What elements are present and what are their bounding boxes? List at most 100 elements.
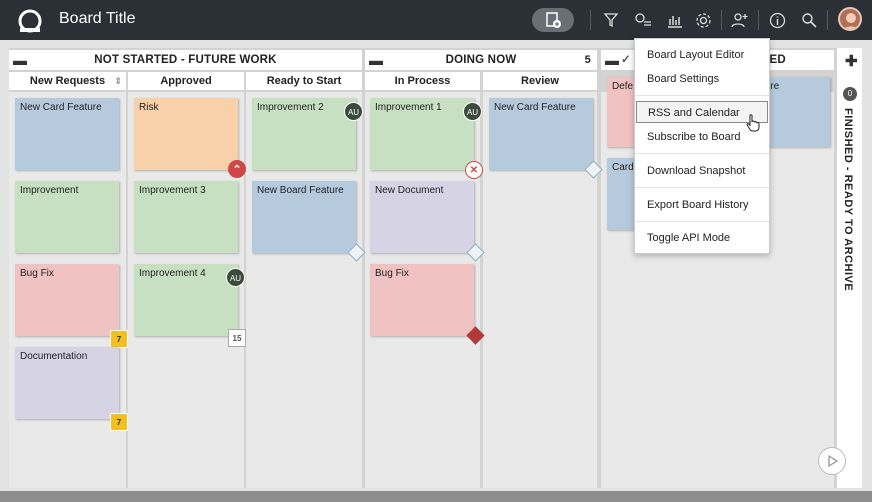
card-title: Bug Fix	[375, 268, 409, 279]
menu-divider	[635, 221, 769, 222]
card[interactable]: Improvement 1	[370, 98, 474, 170]
card[interactable]: Risk	[134, 98, 238, 170]
card-title: New Document	[375, 185, 444, 196]
menu-divider	[635, 153, 769, 154]
card-title: Improvement 1	[375, 102, 442, 113]
user-photo-icon	[840, 9, 860, 29]
hand-cursor-icon	[746, 114, 760, 132]
column-header-in-process[interactable]: In Process	[365, 72, 480, 90]
card[interactable]: Improvement 4	[134, 264, 238, 336]
blocked-icon[interactable]: ✕	[465, 161, 483, 179]
menu-item-board-layout-editor[interactable]: Board Layout Editor	[636, 44, 768, 66]
card[interactable]: New Card Feature	[15, 98, 119, 170]
info-button[interactable]	[765, 8, 789, 32]
column-title: Review	[521, 75, 559, 87]
card[interactable]: New Card Feature	[489, 98, 593, 170]
add-card-button[interactable]	[532, 8, 574, 32]
card-title: Defe	[612, 81, 634, 92]
lane-header-not-started[interactable]: ▬ NOT STARTED - FUTURE WORK	[9, 50, 362, 70]
avatar-initials: AU	[466, 108, 479, 117]
toolbar-divider	[758, 10, 759, 30]
card-title: New Card Feature	[494, 102, 576, 113]
logo-icon[interactable]	[16, 7, 44, 35]
filter-icon	[603, 13, 619, 28]
calendar-badge-icon[interactable]: 15	[228, 329, 246, 347]
card-title: New Board Feature	[257, 185, 344, 196]
card[interactable]: Bug Fix	[370, 264, 474, 336]
tag-icon[interactable]	[346, 242, 366, 262]
collapse-icon[interactable]: ▬	[369, 50, 383, 70]
expand-plus-icon[interactable]: ✚	[845, 52, 858, 70]
settings-menu: Board Layout Editor Board Settings RSS a…	[634, 38, 770, 254]
card-title: Bug Fix	[20, 268, 54, 279]
menu-item-board-settings[interactable]: Board Settings	[636, 68, 768, 90]
column-title: New Requests	[29, 75, 106, 87]
add-user-button[interactable]	[728, 8, 752, 32]
lane-title: NOT STARTED - FUTURE WORK	[94, 54, 277, 66]
avatar-initials: AU	[347, 108, 360, 117]
sort-icon[interactable]: ⇕	[114, 72, 122, 90]
collapse-icon[interactable]: ▬	[605, 50, 619, 70]
card[interactable]: Improvement	[15, 181, 119, 253]
board-title: Board Title	[59, 10, 136, 27]
analytics-icon	[668, 16, 682, 28]
card-settings-button[interactable]	[631, 8, 655, 32]
gear-icon	[695, 12, 711, 28]
add-card-icon	[546, 12, 561, 28]
info-icon	[769, 12, 785, 28]
column-title: In Process	[394, 75, 451, 87]
collapse-icon[interactable]: ▬	[13, 50, 27, 70]
lane-header-doing-now[interactable]: ▬ DOING NOW 5	[365, 50, 597, 70]
check-icon: ✓	[621, 54, 631, 66]
add-user-icon	[731, 13, 748, 28]
column-header-ready-to-start[interactable]: Ready to Start	[246, 72, 362, 90]
column-header-approved[interactable]: Approved	[128, 72, 244, 90]
warning-icon[interactable]	[465, 325, 485, 345]
bottom-bar	[0, 491, 872, 502]
calendar-badge-icon[interactable]: 7	[110, 330, 128, 348]
card-title: New Card Feature	[20, 102, 102, 113]
analytics-button[interactable]	[663, 8, 687, 32]
assignee-avatar[interactable]: AU	[463, 102, 482, 121]
card-title: Improvement 2	[257, 102, 324, 113]
settings-list-icon	[635, 13, 651, 26]
card[interactable]: New Board Feature	[252, 181, 356, 253]
column-title: Ready to Start	[266, 75, 342, 87]
card[interactable]: Improvement 2	[252, 98, 356, 170]
assignee-avatar[interactable]: AU	[226, 268, 245, 287]
card[interactable]: Bug Fix	[15, 264, 119, 336]
avatar-initials: AU	[229, 274, 242, 283]
calendar-badge-icon[interactable]: 7	[110, 413, 128, 431]
menu-item-export-board-history[interactable]: Export Board History	[636, 194, 768, 216]
card-title: Improvement 4	[139, 268, 206, 279]
tag-icon[interactable]	[465, 242, 485, 262]
column-title: Approved	[160, 75, 212, 87]
menu-item-toggle-api-mode[interactable]: Toggle API Mode	[636, 227, 768, 249]
card[interactable]: Documentation	[15, 347, 119, 419]
user-avatar[interactable]	[838, 7, 862, 31]
menu-item-download-snapshot[interactable]: Download Snapshot	[636, 160, 768, 182]
tag-icon[interactable]	[583, 159, 603, 179]
search-button[interactable]	[797, 8, 821, 32]
wip-count: 5	[584, 54, 591, 66]
top-bar: Board Title	[0, 0, 872, 40]
settings-button[interactable]	[691, 8, 715, 32]
video-play-button[interactable]	[818, 447, 846, 475]
card-title: Documentation	[20, 351, 88, 362]
menu-divider	[635, 187, 769, 188]
finished-lane-title: FINISHED - READY TO ARCHIVE	[842, 108, 854, 292]
card-title: Risk	[139, 102, 159, 113]
column-header-review[interactable]: Review	[483, 72, 597, 90]
lane-title: DOING NOW	[445, 54, 517, 66]
search-icon	[802, 13, 817, 28]
badge-text: 7	[116, 417, 122, 427]
finished-count: 0	[843, 87, 857, 101]
priority-up-icon[interactable]: ⌃	[228, 160, 246, 178]
filter-button[interactable]	[599, 8, 623, 32]
card[interactable]: Improvement 3	[134, 181, 238, 253]
column-header-new-requests[interactable]: New Requests ⇕	[9, 72, 126, 90]
badge-text: 15	[232, 333, 242, 343]
toolbar-divider	[590, 10, 591, 30]
card[interactable]: New Document	[370, 181, 474, 253]
assignee-avatar[interactable]: AU	[344, 102, 363, 121]
